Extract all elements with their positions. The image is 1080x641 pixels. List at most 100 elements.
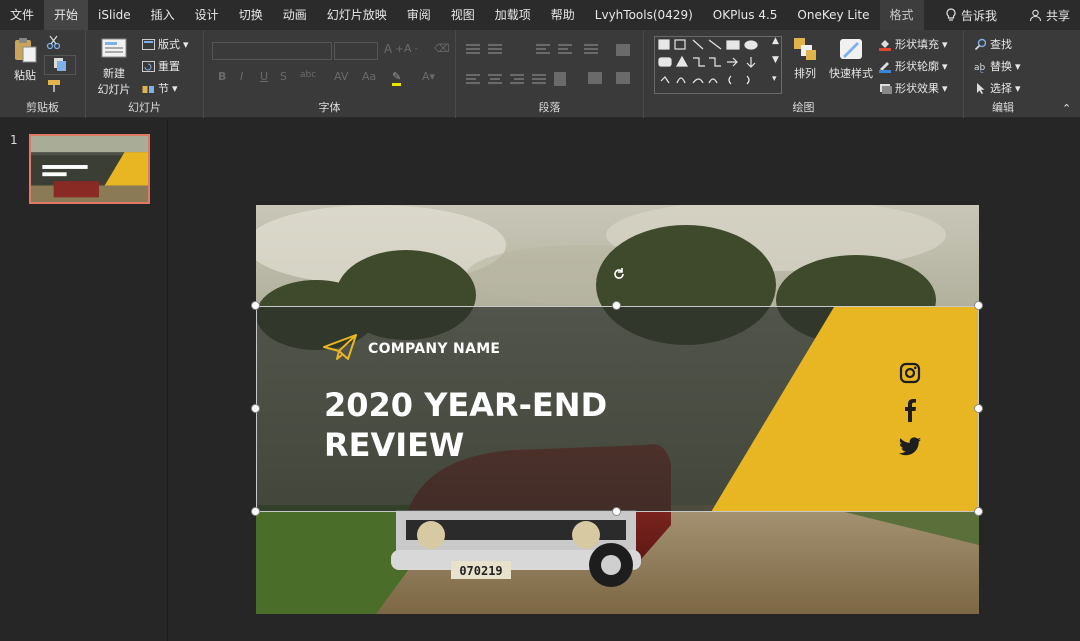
font-label: 字体 bbox=[318, 101, 341, 114]
tab-onekey[interactable]: OneKey Lite bbox=[787, 0, 879, 30]
tab-design[interactable]: 设计 bbox=[185, 0, 229, 30]
paper-plane-icon bbox=[323, 334, 357, 360]
share-label: 共享 bbox=[1045, 8, 1070, 23]
replace-icon: abc bbox=[974, 63, 986, 73]
collapse-ribbon-icon[interactable]: ⌃ bbox=[1062, 102, 1071, 115]
resize-handle-top[interactable] bbox=[612, 301, 621, 310]
quick-styles-button[interactable]: 快速样式 bbox=[826, 36, 876, 81]
thumbnail-number: 1 bbox=[10, 133, 18, 147]
reset-label: 重置 bbox=[158, 60, 180, 73]
bold-button[interactable]: B bbox=[218, 70, 226, 83]
paragraph-controls-icon[interactable] bbox=[466, 42, 636, 90]
tab-file[interactable]: 文件 bbox=[0, 0, 44, 30]
arrange-button[interactable]: 排列 bbox=[790, 36, 820, 81]
license-plate: 070219 bbox=[459, 564, 502, 578]
title-line-1: 2020 YEAR-END bbox=[324, 386, 608, 424]
tab-islide[interactable]: iSlide bbox=[88, 0, 141, 30]
tab-lvyhtools[interactable]: LvyhTools(0429) bbox=[585, 0, 703, 30]
pen-icon bbox=[879, 62, 891, 73]
font-name-input[interactable] bbox=[212, 42, 332, 60]
char-spacing-icon[interactable]: AV bbox=[334, 70, 348, 83]
find-button[interactable]: 查找 bbox=[974, 36, 1012, 52]
share-button[interactable]: 共享 bbox=[1019, 7, 1080, 24]
select-label: 选择 bbox=[990, 82, 1012, 95]
replace-button[interactable]: ab c 替换 ▾ bbox=[974, 58, 1021, 74]
menu-bar: 文件 开始 iSlide 插入 设计 切换 动画 幻灯片放映 审阅 视图 加载项… bbox=[0, 0, 1080, 30]
section-button[interactable]: 节 ▾ bbox=[142, 80, 178, 96]
tab-animations[interactable]: 动画 bbox=[273, 0, 317, 30]
resize-handle-bottom-right[interactable] bbox=[974, 507, 983, 516]
gallery-scroll-up[interactable]: ▲ bbox=[772, 36, 779, 46]
gallery-scroll-down[interactable]: ▼ bbox=[772, 55, 779, 65]
resize-handle-bottom-left[interactable] bbox=[251, 507, 260, 516]
strikethrough-button[interactable]: S bbox=[280, 70, 287, 83]
font-grow-button[interactable]: A + bbox=[384, 42, 404, 56]
clear-format-icon[interactable]: ⌫ bbox=[434, 42, 450, 55]
tab-help[interactable]: 帮助 bbox=[541, 0, 585, 30]
tab-slideshow[interactable]: 幻灯片放映 bbox=[317, 0, 397, 30]
reset-icon bbox=[142, 60, 155, 72]
tab-review[interactable]: 审阅 bbox=[397, 0, 441, 30]
font-color-icon[interactable]: A▾ bbox=[422, 70, 435, 83]
highlight-color-icon[interactable]: ✎ bbox=[392, 70, 402, 86]
shape-effects-button[interactable]: 形状效果 ▾ bbox=[878, 80, 948, 96]
shape-fill-button[interactable]: 形状填充 ▾ bbox=[878, 36, 948, 52]
shape-outline-button[interactable]: 形状轮廓 ▾ bbox=[878, 58, 948, 74]
resize-handle-left[interactable] bbox=[251, 404, 260, 413]
layout-label: 版式 bbox=[158, 38, 180, 51]
search-icon bbox=[974, 38, 987, 50]
resize-handle-right[interactable] bbox=[974, 404, 983, 413]
format-painter-icon bbox=[48, 80, 60, 92]
font-size-input[interactable] bbox=[334, 42, 378, 60]
quick-styles-icon bbox=[840, 39, 862, 59]
rotate-handle[interactable] bbox=[612, 266, 626, 280]
italic-button[interactable]: I bbox=[240, 70, 243, 83]
thumbnail-preview bbox=[31, 136, 148, 202]
tab-home[interactable]: 开始 bbox=[44, 0, 89, 30]
new-slide-label-1: 新建 bbox=[103, 67, 125, 80]
resize-handle-top-right[interactable] bbox=[974, 301, 983, 310]
cut-button[interactable] bbox=[46, 34, 62, 53]
resize-handle-top-left[interactable] bbox=[251, 301, 260, 310]
tell-me-search[interactable]: 告诉我 bbox=[935, 7, 1007, 24]
arrange-label: 排列 bbox=[794, 67, 816, 80]
tab-insert[interactable]: 插入 bbox=[141, 0, 185, 30]
scissors-icon bbox=[46, 35, 61, 50]
copy-button[interactable] bbox=[44, 55, 76, 75]
arrange-icon bbox=[794, 38, 816, 60]
new-slide-button[interactable]: 新建 幻灯片 bbox=[92, 36, 136, 97]
shapes-gallery[interactable] bbox=[654, 36, 782, 94]
chevron-down-icon: ▾ bbox=[942, 59, 948, 73]
new-slide-icon bbox=[101, 38, 127, 58]
change-case-icon[interactable]: Aa bbox=[362, 70, 376, 83]
section-icon bbox=[142, 85, 154, 93]
tab-view[interactable]: 视图 bbox=[441, 0, 485, 30]
layout-button[interactable]: 版式 ▾ bbox=[142, 36, 189, 52]
drawing-group: ▲ ▼ ▾ 排列 快速样式 形状填充 ▾ 形状轮廓 ▾ 形状效果 ▾ 绘图 bbox=[644, 30, 964, 118]
reset-button[interactable]: 重置 bbox=[142, 58, 180, 74]
shadow-button[interactable]: abc bbox=[300, 70, 316, 80]
tab-okplus[interactable]: OKPlus 4.5 bbox=[703, 0, 788, 30]
quick-styles-label: 快速样式 bbox=[829, 67, 873, 80]
paste-button[interactable]: 粘贴 bbox=[8, 36, 42, 83]
clipboard-group: 粘贴 剪贴板 bbox=[0, 30, 86, 118]
font-group: A + A- ⌫ B I U S abc AV Aa ✎ A▾ 字体 bbox=[204, 30, 456, 118]
rotate-icon bbox=[614, 268, 624, 279]
gallery-more[interactable]: ▾ bbox=[772, 74, 777, 84]
tab-transitions[interactable]: 切换 bbox=[229, 0, 273, 30]
select-button[interactable]: 选择 ▾ bbox=[974, 80, 1021, 96]
shapes-gallery-icons bbox=[658, 39, 758, 85]
lightbulb-icon bbox=[946, 8, 956, 21]
underline-button[interactable]: U bbox=[260, 70, 268, 83]
paste-icon bbox=[15, 38, 37, 63]
drawing-label: 绘图 bbox=[792, 101, 815, 114]
resize-handle-bottom[interactable] bbox=[612, 507, 621, 516]
slide-thumbnail[interactable] bbox=[29, 134, 150, 204]
chevron-down-icon: ▾ bbox=[942, 37, 948, 51]
facebook-icon bbox=[905, 399, 916, 422]
font-shrink-button[interactable]: A- bbox=[404, 42, 418, 55]
paste-label: 粘贴 bbox=[14, 69, 36, 82]
tab-format[interactable]: 格式 bbox=[879, 0, 924, 30]
format-painter-button[interactable] bbox=[46, 78, 62, 97]
tab-addins[interactable]: 加载项 bbox=[485, 0, 541, 30]
